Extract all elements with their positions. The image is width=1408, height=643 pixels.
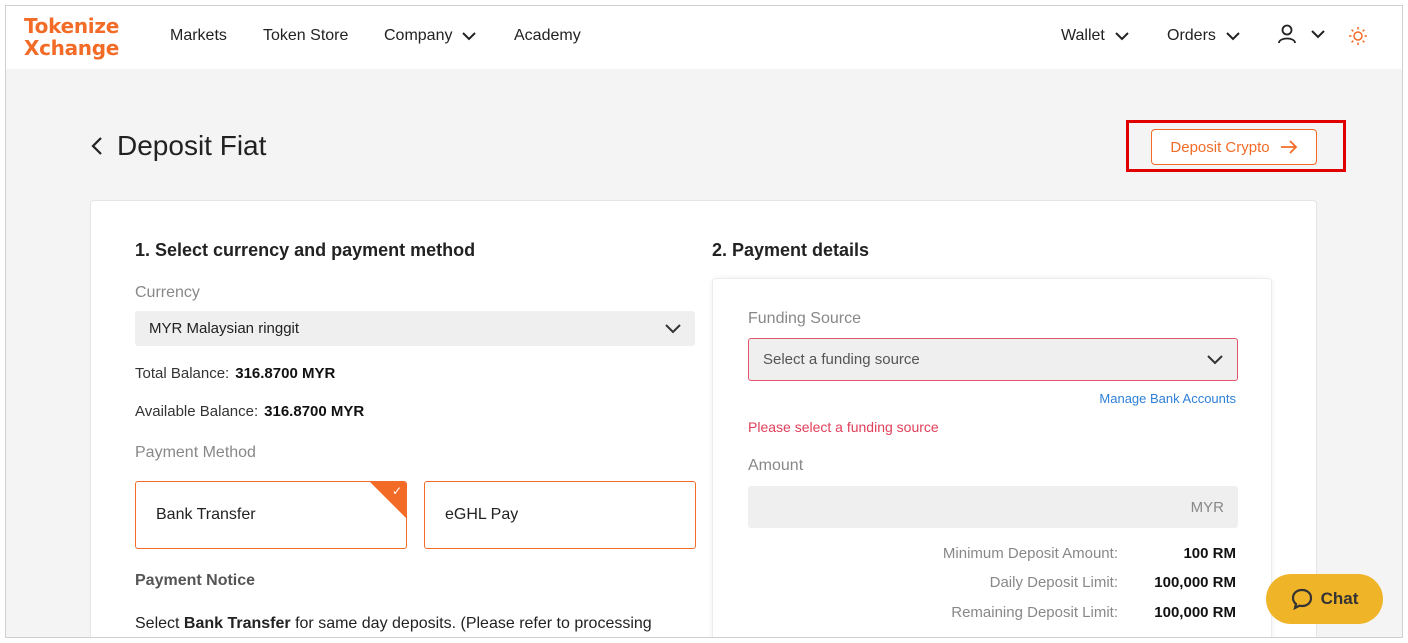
currency-value: MYR Malaysian ringgit bbox=[149, 320, 300, 337]
payment-notice-title: Payment Notice bbox=[135, 572, 256, 589]
funding-source-placeholder: Select a funding source bbox=[763, 351, 920, 368]
nav-orders[interactable]: Orders bbox=[1167, 27, 1240, 45]
notice-bold: Bank Transfer bbox=[183, 615, 291, 632]
chevron-down-icon bbox=[1311, 29, 1325, 38]
nav-orders-label: Orders bbox=[1167, 27, 1216, 44]
logo-line2: Xchange bbox=[24, 36, 120, 60]
chat-label: Chat bbox=[1320, 589, 1359, 608]
amount-label: Amount bbox=[748, 457, 804, 474]
limit-row: Daily Deposit Limit: 100,000 RM bbox=[818, 574, 1236, 591]
total-balance-label: Total Balance: bbox=[135, 365, 230, 382]
deposit-card: 1. Select currency and payment method Cu… bbox=[90, 200, 1317, 637]
payment-method-label: Payment Method bbox=[135, 444, 256, 461]
currency-label: Currency bbox=[135, 284, 200, 301]
payment-method-label: eGHL Pay bbox=[445, 506, 519, 523]
funding-source-select[interactable]: Select a funding source bbox=[748, 338, 1238, 381]
funding-source-label: Funding Source bbox=[748, 310, 861, 327]
nav-markets-label: Markets bbox=[170, 27, 227, 44]
limit-value: 100,000 RM bbox=[1154, 574, 1236, 591]
available-balance-label: Available Balance: bbox=[135, 403, 259, 420]
available-balance: Available Balance: 316.8700 MYR bbox=[135, 403, 364, 420]
nav-company-label: Company bbox=[384, 27, 453, 44]
sun-icon bbox=[1349, 27, 1367, 45]
payment-notice-text: Select Bank Transfer for same day deposi… bbox=[135, 615, 652, 633]
app-frame: Tokenize Xchange Markets Token Store Com… bbox=[5, 5, 1403, 638]
user-icon bbox=[1278, 24, 1296, 44]
limit-label: Daily Deposit Limit: bbox=[989, 574, 1118, 591]
payment-method-label: Bank Transfer bbox=[156, 506, 256, 523]
chevron-down-icon bbox=[1207, 354, 1223, 364]
limit-row: Remaining Deposit Limit: 100,000 RM bbox=[818, 604, 1236, 621]
notice-post: for same day deposits. (Please refer to … bbox=[290, 615, 652, 632]
limit-value: 100 RM bbox=[1183, 545, 1236, 562]
chevron-down-icon bbox=[665, 323, 681, 333]
notice-pre: Select bbox=[135, 615, 184, 632]
amount-input[interactable]: MYR bbox=[748, 486, 1238, 528]
limit-label: Minimum Deposit Amount: bbox=[942, 545, 1118, 562]
manage-bank-accounts-link[interactable]: Manage Bank Accounts bbox=[1099, 391, 1236, 406]
limit-row: Minimum Deposit Amount: 100 RM bbox=[818, 545, 1236, 562]
chat-bubble-icon bbox=[1291, 588, 1312, 610]
theme-toggle[interactable] bbox=[1348, 26, 1368, 51]
total-balance: Total Balance: 316.8700 MYR bbox=[135, 365, 335, 382]
nav-wallet-label: Wallet bbox=[1061, 27, 1105, 44]
arrow-right-icon bbox=[1280, 140, 1297, 154]
deposit-crypto-label: Deposit Crypto bbox=[1170, 138, 1270, 156]
funding-source-error: Please select a funding source bbox=[748, 419, 939, 435]
currency-select[interactable]: MYR Malaysian ringgit bbox=[135, 311, 695, 346]
nav-academy-label: Academy bbox=[514, 27, 581, 44]
deposit-crypto-button[interactable]: Deposit Crypto bbox=[1151, 129, 1317, 165]
check-icon: ✓ bbox=[391, 484, 402, 498]
payment-method-eghl-pay[interactable]: eGHL Pay bbox=[424, 481, 696, 549]
section1-title: 1. Select currency and payment method bbox=[135, 240, 476, 260]
limit-value: 100,000 RM bbox=[1154, 604, 1236, 621]
total-balance-value: 316.8700 MYR bbox=[235, 365, 336, 382]
logo-line1: Tokenize bbox=[24, 14, 119, 38]
chevron-down-icon bbox=[1226, 31, 1240, 40]
nav-markets[interactable]: Markets bbox=[170, 27, 227, 45]
user-menu[interactable] bbox=[1277, 24, 1325, 44]
nav-token-store[interactable]: Token Store bbox=[263, 27, 348, 45]
nav-academy[interactable]: Academy bbox=[514, 27, 581, 45]
nav-token-store-label: Token Store bbox=[263, 27, 349, 44]
amount-unit: MYR bbox=[1190, 498, 1224, 516]
chevron-down-icon bbox=[462, 31, 477, 40]
chevron-down-icon bbox=[1115, 31, 1129, 40]
limit-label: Remaining Deposit Limit: bbox=[951, 604, 1118, 621]
chat-button[interactable]: Chat bbox=[1266, 574, 1383, 624]
payment-method-bank-transfer[interactable]: Bank Transfer ✓ bbox=[135, 481, 407, 549]
nav-wallet[interactable]: Wallet bbox=[1061, 27, 1129, 45]
payment-details-panel: Funding Source Select a funding source M… bbox=[712, 278, 1272, 637]
back-button[interactable]: Deposit Fiat bbox=[91, 130, 266, 162]
logo[interactable]: Tokenize Xchange bbox=[24, 15, 119, 59]
page-title: Deposit Fiat bbox=[117, 130, 267, 161]
available-balance-value: 316.8700 MYR bbox=[264, 403, 365, 420]
section2-title: 2. Payment details bbox=[712, 240, 870, 260]
top-nav: Tokenize Xchange Markets Token Store Com… bbox=[6, 6, 1402, 69]
chevron-left-icon bbox=[91, 137, 102, 155]
nav-company[interactable]: Company bbox=[384, 27, 477, 45]
